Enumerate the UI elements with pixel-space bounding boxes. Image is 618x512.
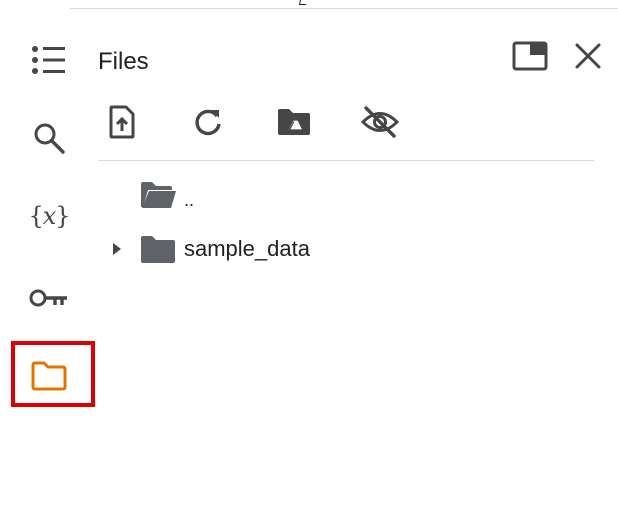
upload-button[interactable] <box>98 100 182 148</box>
tree-row-sample-data[interactable]: sample_data <box>98 222 594 276</box>
close-button[interactable] <box>568 38 608 78</box>
open-in-window-button[interactable] <box>510 38 550 78</box>
upload-file-icon <box>108 105 136 144</box>
highlight-box <box>11 341 95 407</box>
toolbar-divider <box>98 160 594 161</box>
key-icon <box>29 287 69 309</box>
expand-caret-icon[interactable] <box>98 242 136 256</box>
panel-actions <box>510 38 608 78</box>
window-icon <box>512 41 548 76</box>
top-divider <box>70 8 618 9</box>
tab-edge <box>299 0 308 5</box>
variables-icon-brace-open: { <box>28 202 43 230</box>
search-button[interactable] <box>18 112 80 164</box>
mount-drive-button[interactable] <box>266 100 350 148</box>
tree-item-label: sample_data <box>184 236 310 261</box>
variables-icon-brace-close: } <box>55 202 70 230</box>
folder-icon <box>136 234 180 264</box>
refresh-icon <box>192 106 224 143</box>
panel-title: Files <box>98 48 149 75</box>
table-of-contents-button[interactable] <box>18 34 80 86</box>
eye-off-icon <box>360 105 400 144</box>
list-icon <box>31 45 67 75</box>
tree-row-parent-dir[interactable]: .. <box>98 168 594 222</box>
toggle-hidden-files-button[interactable] <box>350 100 434 148</box>
variables-button[interactable]: {x} <box>18 190 80 242</box>
secrets-button[interactable] <box>18 272 80 324</box>
close-icon <box>574 42 602 75</box>
google-drive-folder-icon <box>276 107 312 142</box>
file-tree: .. sample_data <box>98 168 594 276</box>
variables-icon: {x} <box>28 202 70 230</box>
tree-item-label: .. <box>184 189 195 210</box>
files-toolbar <box>98 100 434 148</box>
variables-icon-x: x <box>42 202 57 230</box>
search-icon <box>32 121 66 155</box>
open-folder-icon <box>136 180 180 210</box>
refresh-button[interactable] <box>182 100 266 148</box>
